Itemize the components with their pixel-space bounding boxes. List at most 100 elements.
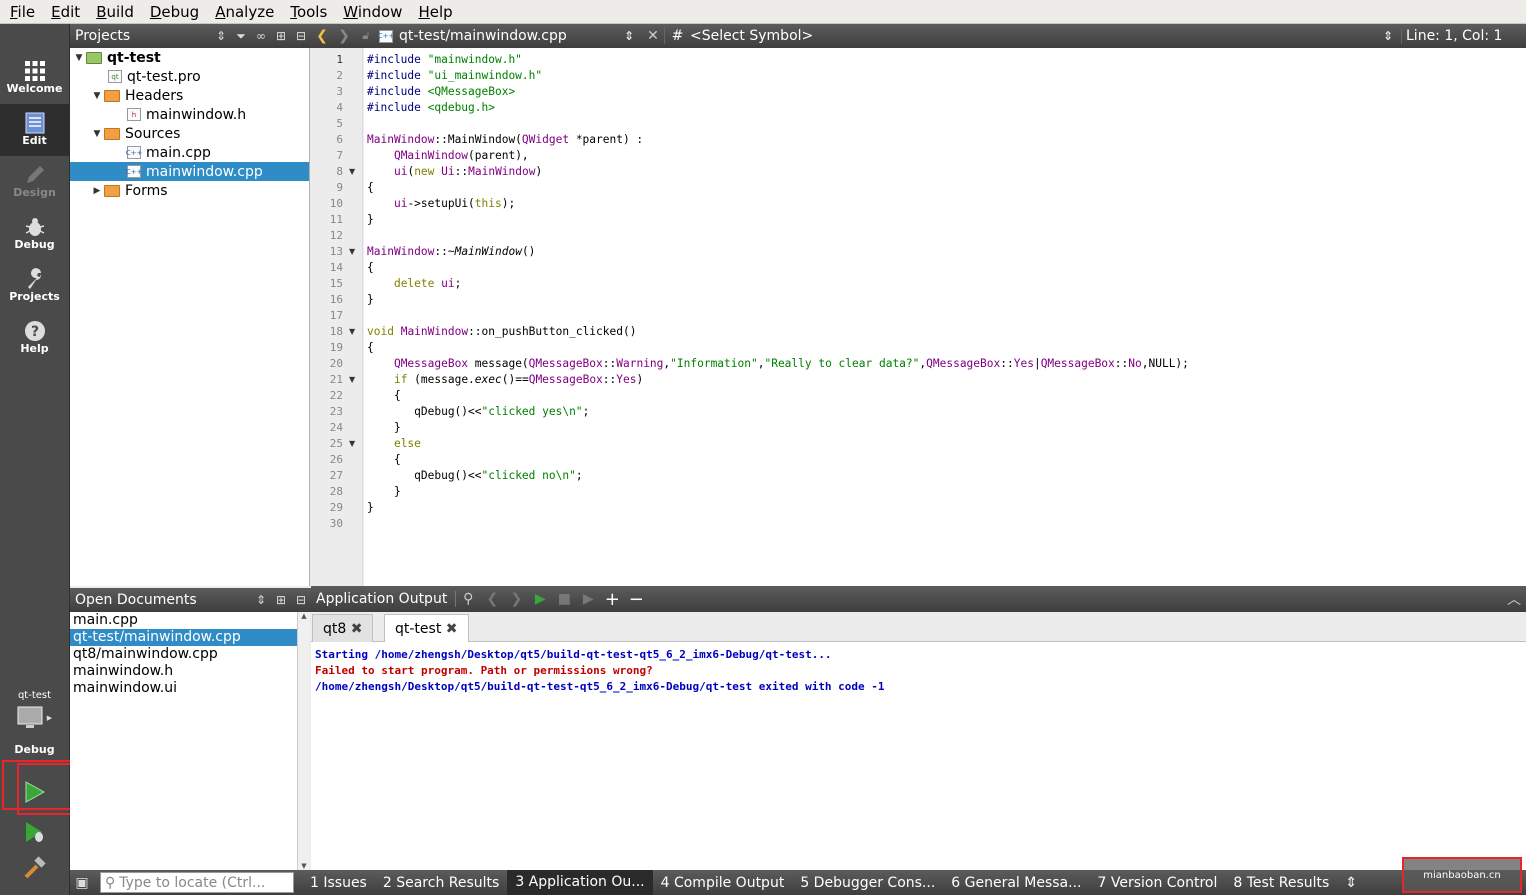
output-tab-qt-test[interactable]: qt-test ✖ — [384, 614, 469, 643]
kit-config-label: Debug — [14, 743, 55, 756]
zoom-in-icon[interactable]: + — [600, 589, 624, 610]
toggle-sidebar-icon[interactable]: ▣ — [70, 875, 94, 891]
tree-item-source-file[interactable]: C++ main.cpp — [70, 143, 309, 162]
updown-icon[interactable]: ⇕ — [251, 593, 271, 607]
prev-icon[interactable]: ❮ — [480, 591, 504, 607]
zoom-out-icon[interactable]: − — [624, 589, 648, 610]
menu-build[interactable]: Build — [88, 0, 142, 24]
application-output-text[interactable]: Starting /home/zhengsh/Desktop/qt5/build… — [311, 642, 1526, 870]
tree-item-pro[interactable]: qt qt-test.pro — [70, 67, 309, 86]
output-tab-qt8[interactable]: qt8 ✖ — [312, 614, 374, 642]
menu-file[interactable]: File — [2, 0, 43, 24]
output-pane-button[interactable]: 5 Debugger Cons... — [792, 875, 943, 891]
updown-icon[interactable]: ⇕ — [1383, 29, 1401, 43]
back-icon[interactable]: ❮ — [311, 28, 333, 44]
output-pane-button[interactable]: 6 General Messa... — [943, 875, 1089, 891]
cursor-position[interactable]: Line: 1, Col: 1 — [1401, 28, 1526, 44]
line-number: 1 — [336, 53, 343, 66]
open-document-item[interactable]: mainwindow.ui — [70, 680, 297, 697]
tree-item-source-file-selected[interactable]: C++ mainwindow.cpp — [70, 162, 309, 181]
fold-marker-icon[interactable]: ▼ — [349, 324, 355, 340]
open-document-item-selected[interactable]: qt-test/mainwindow.cpp — [70, 629, 297, 646]
debug-run-button[interactable] — [0, 812, 69, 852]
output-pane-button[interactable]: 7 Version Control — [1089, 875, 1225, 891]
split-icon[interactable]: ⊞ — [271, 29, 291, 43]
mode-design[interactable]: Design — [0, 156, 69, 208]
tree-item-forms[interactable]: ▶ Forms — [70, 181, 309, 200]
menu-tools[interactable]: Tools — [282, 0, 335, 24]
mode-debug[interactable]: Debug — [0, 208, 69, 260]
updown-icon[interactable]: ⇕ — [211, 29, 231, 43]
open-document-item[interactable]: mainwindow.h — [70, 663, 297, 680]
menu-edit[interactable]: Edit — [43, 0, 88, 24]
mode-welcome[interactable]: Welcome — [0, 52, 69, 104]
mode-edit[interactable]: Edit — [0, 104, 69, 156]
output-pane-button[interactable]: 4 Compile Output — [653, 875, 793, 891]
close-panel-icon[interactable]: ⊟ — [291, 29, 311, 43]
tree-item-project[interactable]: ▼ qt-test — [70, 48, 309, 67]
code-line: { — [367, 389, 401, 402]
collapse-arrow-icon[interactable]: ▶ — [90, 186, 104, 196]
tree-item-headers[interactable]: ▼ Headers — [70, 86, 309, 105]
symbol-dropdown[interactable]: <Select Symbol> — [690, 28, 1383, 44]
kit-arrow-icon: ▶ — [46, 714, 53, 722]
tree-item-header-file[interactable]: h mainwindow.h — [70, 105, 309, 124]
link-icon[interactable]: ∞ — [251, 29, 271, 43]
line-number: 26 — [329, 453, 343, 466]
kit-selector[interactable]: qt-test ▶ Debug — [0, 690, 69, 756]
scroll-up-icon[interactable]: ▲ — [298, 612, 310, 620]
menu-debug[interactable]: Debug — [142, 0, 207, 24]
menu-analyze[interactable]: Analyze — [207, 0, 282, 24]
fold-marker-icon[interactable]: ▼ — [349, 436, 355, 452]
scroll-down-icon[interactable]: ▼ — [298, 862, 310, 870]
tree-item-sources[interactable]: ▼ Sources — [70, 124, 309, 143]
open-document-item[interactable]: main.cpp — [70, 612, 297, 629]
close-file-icon[interactable]: ✕ — [642, 28, 664, 44]
output-title[interactable]: Application Output — [311, 591, 457, 607]
attach-icon[interactable]: ⚲ — [456, 591, 480, 607]
split-icon[interactable]: ⊞ — [271, 593, 291, 607]
fold-marker-icon[interactable]: ▼ — [349, 164, 355, 180]
line-number: 17 — [329, 309, 343, 322]
output-pane-button[interactable]: 8 Test Results — [1225, 875, 1337, 891]
code-editor[interactable]: #include "mainwindow.h" #include "ui_main… — [364, 48, 1526, 586]
code-line: } — [367, 213, 374, 226]
forward-icon[interactable]: ❯ — [333, 28, 355, 44]
projects-panel-title[interactable]: Projects — [70, 28, 211, 44]
output-pane-button[interactable]: 1 Issues — [302, 875, 375, 891]
close-panel-icon[interactable]: ⊟ — [291, 593, 311, 607]
open-document-item[interactable]: qt8/mainwindow.cpp — [70, 646, 297, 663]
locator-input[interactable]: ⚲ Type to locate (Ctrl... — [100, 872, 294, 893]
rerun-icon[interactable]: ▶ — [528, 591, 552, 607]
cpp-file-icon: C++ — [126, 146, 142, 159]
filter-icon[interactable]: ⏷ — [231, 29, 251, 44]
output-pane-button[interactable]: 3 Application Ou... — [507, 870, 653, 895]
fold-marker-icon[interactable]: ▼ — [349, 244, 355, 260]
code-line: void MainWindow::on_pushButton_clicked() — [367, 325, 637, 338]
search-icon: ⚲ — [105, 874, 116, 891]
stop-icon[interactable]: ■ — [552, 591, 576, 607]
folder-icon — [104, 89, 120, 102]
fold-marker-icon[interactable]: ▼ — [349, 372, 355, 388]
expand-arrow-icon[interactable]: ▼ — [72, 53, 86, 63]
expand-arrow-icon[interactable]: ▼ — [90, 91, 104, 101]
mode-label: Debug — [14, 238, 55, 251]
debug-attach-icon[interactable]: ▶ — [576, 591, 600, 607]
updown-icon[interactable]: ⇕ — [624, 29, 642, 43]
mode-projects[interactable]: Projects — [0, 260, 69, 312]
more-panes-icon[interactable]: ⇕ — [1337, 875, 1365, 891]
menu-help[interactable]: Help — [410, 0, 460, 24]
kit-project-label: qt-test — [17, 690, 52, 701]
build-button[interactable] — [0, 848, 69, 888]
open-documents-scrollbar[interactable]: ▲ ▼ — [297, 612, 310, 870]
open-documents-title[interactable]: Open Documents — [70, 592, 251, 608]
maximize-panel-icon[interactable]: ︿ — [1502, 589, 1526, 609]
current-file-dropdown[interactable]: qt-test/mainwindow.cpp — [399, 28, 624, 44]
expand-arrow-icon[interactable]: ▼ — [90, 129, 104, 139]
output-pane-button[interactable]: 2 Search Results — [375, 875, 507, 891]
close-tab-icon[interactable]: ✖ — [446, 621, 458, 637]
next-icon[interactable]: ❯ — [504, 591, 528, 607]
close-tab-icon[interactable]: ✖ — [351, 621, 363, 637]
menu-window[interactable]: Window — [335, 0, 410, 24]
mode-help[interactable]: ? Help — [0, 312, 69, 364]
